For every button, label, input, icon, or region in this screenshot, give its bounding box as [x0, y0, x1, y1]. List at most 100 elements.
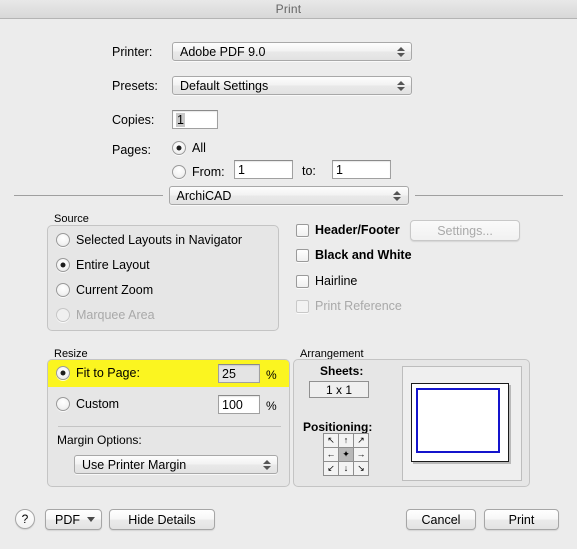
fit-to-page-label: Fit to Page:	[76, 366, 140, 380]
pages-to-value: 1	[336, 162, 343, 177]
source-option-label: Selected Layouts in Navigator	[76, 233, 243, 247]
plugin-popup-value: ArchiCAD	[176, 188, 232, 203]
checkbox-label: Header/Footer	[315, 223, 400, 237]
radio-icon	[172, 141, 186, 155]
resize-group-title: Resize	[54, 348, 88, 360]
margin-options-popup[interactable]: Use Printer Margin	[74, 455, 278, 474]
presets-popup-value: Default Settings	[180, 78, 269, 93]
pages-to-input[interactable]: 1	[332, 160, 391, 179]
sheets-label: Sheets:	[320, 364, 364, 378]
radio-icon	[56, 283, 70, 297]
pages-from-value: 1	[238, 162, 245, 177]
resize-divider	[58, 426, 281, 427]
source-option-current-zoom[interactable]: Current Zoom	[56, 283, 153, 297]
checkbox-icon	[296, 248, 309, 262]
separator-right	[414, 195, 563, 196]
radio-icon	[56, 258, 70, 272]
custom-scale-input[interactable]: 100	[218, 395, 260, 414]
help-button[interactable]: ?	[15, 509, 35, 529]
radio-icon	[56, 308, 70, 322]
question-mark-icon: ?	[21, 512, 29, 526]
radio-icon	[56, 397, 70, 411]
pdf-menu-label: PDF	[55, 512, 80, 527]
cancel-button[interactable]: Cancel	[406, 509, 476, 530]
radio-icon	[56, 233, 70, 247]
checkbox-icon	[296, 299, 309, 313]
copies-input[interactable]: 1	[172, 110, 218, 129]
copies-value: 1	[176, 112, 185, 127]
position-cell-top-center[interactable]: ↑	[339, 434, 353, 447]
position-cell-bottom-left[interactable]: ↙	[324, 462, 338, 475]
checkbox-hairline[interactable]: Hairline	[296, 274, 357, 288]
checkbox-icon	[296, 223, 309, 237]
resize-group: Fit to Page: 25 % Custom 100 % Margin Op…	[47, 359, 290, 487]
source-option-label: Entire Layout	[76, 258, 150, 272]
checkbox-header-footer[interactable]: Header/Footer	[296, 223, 400, 237]
checkbox-label: Hairline	[315, 274, 358, 288]
plugin-popup[interactable]: ArchiCAD	[168, 186, 409, 205]
window-title-bar: Print	[0, 0, 577, 19]
custom-scale-value: 100	[222, 397, 243, 412]
positioning-grid[interactable]: ↖ ↑ ↗ ← ✦ → ↙ ↓ ↘	[323, 433, 369, 476]
printer-popup[interactable]: Adobe PDF 9.0	[172, 42, 412, 61]
resize-custom-radio[interactable]: Custom	[56, 397, 119, 411]
sheets-value-display: 1 x 1	[309, 381, 369, 398]
pdf-menu-button[interactable]: PDF	[45, 509, 102, 530]
source-option-selected-layouts[interactable]: Selected Layouts in Navigator	[56, 233, 242, 247]
pages-from-input[interactable]: 1	[234, 160, 293, 179]
chevron-updown-icon	[396, 45, 405, 59]
fit-to-page-unit: %	[266, 368, 277, 382]
page-preview	[402, 366, 522, 481]
source-option-label: Marquee Area	[76, 308, 155, 322]
source-option-entire-layout[interactable]: Entire Layout	[56, 258, 150, 272]
resize-fit-to-page-radio[interactable]: Fit to Page:	[56, 366, 140, 380]
fit-to-page-input: 25	[218, 364, 260, 383]
plugin-separator-row: ArchiCAD	[14, 186, 563, 205]
print-button[interactable]: Print	[484, 509, 559, 530]
source-group-title: Source	[54, 213, 89, 225]
window-title: Print	[275, 2, 302, 16]
position-cell-top-left[interactable]: ↖	[324, 434, 338, 447]
pages-all-radio[interactable]: All	[172, 141, 206, 155]
radio-icon	[56, 366, 70, 380]
pages-all-label: All	[192, 141, 206, 155]
presets-label: Presets:	[112, 79, 158, 93]
source-option-marquee-area: Marquee Area	[56, 308, 155, 322]
source-group: Selected Layouts in Navigator Entire Lay…	[47, 225, 279, 331]
separator-left	[14, 195, 163, 196]
checkbox-print-reference: Print Reference	[296, 299, 402, 313]
source-option-label: Current Zoom	[76, 283, 154, 297]
positioning-label: Positioning:	[303, 420, 373, 434]
radio-icon	[172, 165, 186, 179]
chevron-updown-icon	[393, 189, 402, 203]
checkbox-icon	[296, 274, 309, 288]
pages-from-radio[interactable]: From:	[172, 165, 225, 179]
pages-to-label: to:	[302, 164, 316, 178]
custom-label: Custom	[76, 397, 120, 411]
position-cell-bottom-right[interactable]: ↘	[354, 462, 368, 475]
presets-popup[interactable]: Default Settings	[172, 76, 412, 95]
custom-unit: %	[266, 399, 277, 413]
chevron-updown-icon	[396, 79, 405, 93]
chevron-updown-icon	[262, 458, 271, 472]
checkbox-label: Print Reference	[315, 299, 402, 313]
header-footer-settings-button: Settings...	[410, 220, 520, 241]
position-cell-middle-right[interactable]: →	[354, 448, 368, 461]
margin-options-label: Margin Options:	[57, 433, 142, 447]
preview-content-frame	[416, 388, 500, 453]
margin-options-value: Use Printer Margin	[82, 457, 187, 472]
chevron-down-icon	[87, 517, 95, 522]
pages-from-label: From:	[192, 165, 225, 179]
hide-details-button[interactable]: Hide Details	[109, 509, 215, 530]
position-cell-top-right[interactable]: ↗	[354, 434, 368, 447]
checkbox-black-and-white[interactable]: Black and White	[296, 248, 412, 262]
position-cell-middle-left[interactable]: ←	[324, 448, 338, 461]
printer-popup-value: Adobe PDF 9.0	[180, 44, 266, 59]
position-cell-center[interactable]: ✦	[339, 448, 353, 461]
fit-to-page-value: 25	[222, 366, 236, 381]
pages-label: Pages:	[112, 143, 151, 157]
printer-label: Printer:	[112, 45, 153, 59]
arrangement-group: Sheets: 1 x 1 Positioning: ↖ ↑ ↗ ← ✦ → ↙…	[293, 359, 530, 487]
position-cell-bottom-center[interactable]: ↓	[339, 462, 353, 475]
copies-label: Copies:	[112, 113, 155, 127]
